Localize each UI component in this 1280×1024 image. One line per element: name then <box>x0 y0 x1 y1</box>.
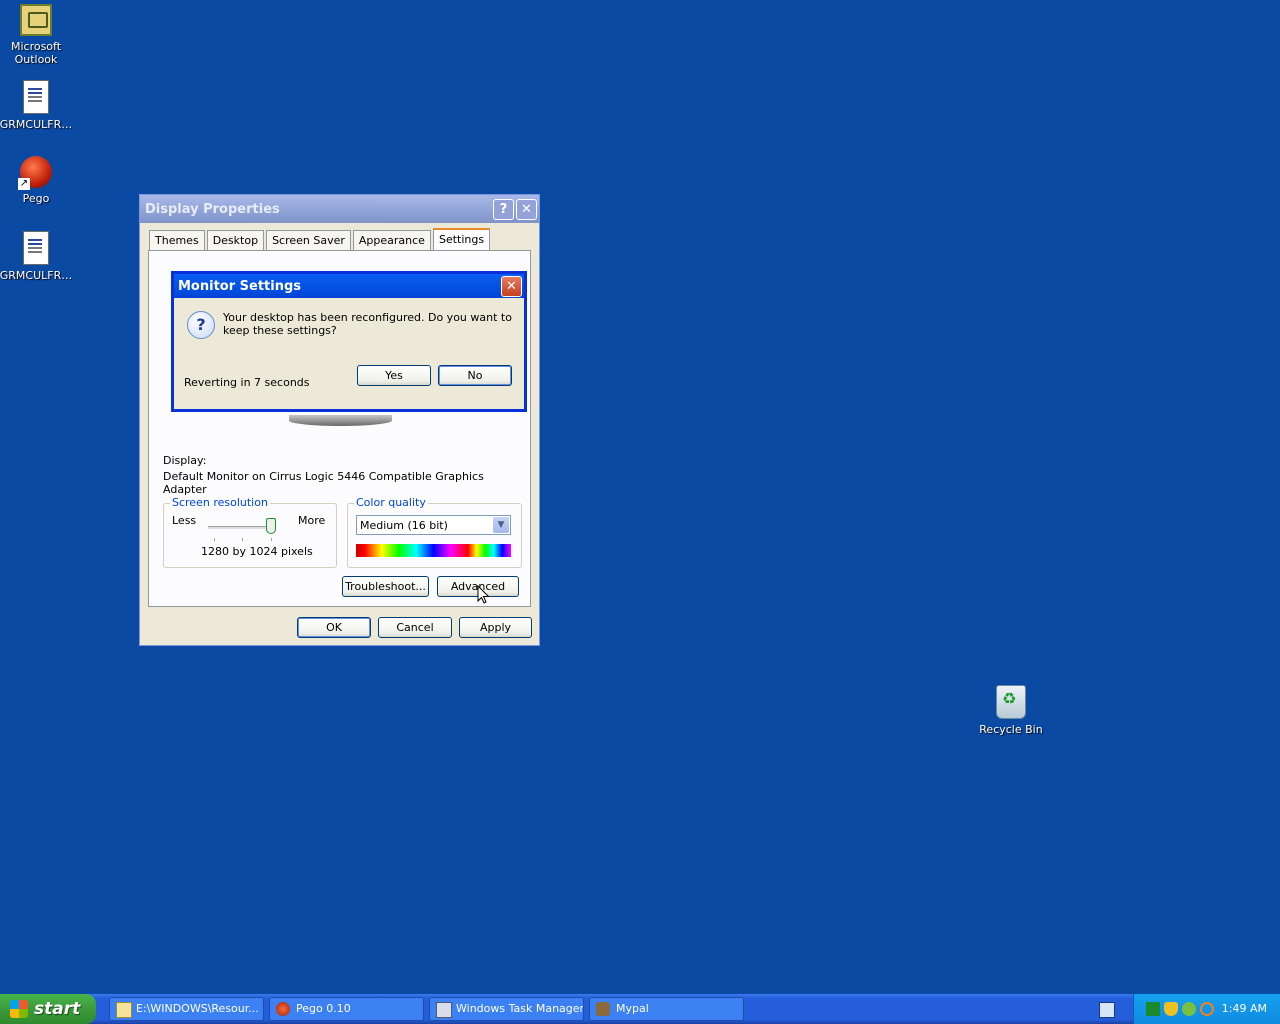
mypal-icon <box>596 1002 610 1016</box>
revert-countdown: Reverting in 7 seconds <box>184 376 310 389</box>
color-quality-select[interactable]: Medium (16 bit) ▼ <box>356 515 511 535</box>
document-icon <box>23 80 49 114</box>
task-label: Windows Task Manager <box>456 1002 584 1015</box>
less-label: Less <box>172 514 197 527</box>
start-button[interactable]: start <box>0 994 96 1024</box>
dialog-message: Your desktop has been reconfigured. Do y… <box>223 311 512 337</box>
troubleshoot-button[interactable]: Troubleshoot... <box>342 576 429 597</box>
taskbar-item-explorer[interactable]: E:\WINDOWS\Resour... <box>109 997 264 1021</box>
desktop-icon-label: GRMCULFR… <box>0 118 73 131</box>
yes-button[interactable]: Yes <box>357 365 431 386</box>
ok-button[interactable]: OK <box>297 617 371 638</box>
desktop-icon-label: Microsoft <box>10 40 62 53</box>
tab-screen-saver[interactable]: Screen Saver <box>266 230 351 251</box>
no-button[interactable]: No <box>438 365 512 386</box>
color-spectrum-bar <box>356 544 511 557</box>
color-quality-group: Color quality Medium (16 bit) ▼ <box>347 496 522 568</box>
network-icon[interactable] <box>1146 1002 1160 1016</box>
start-label: start <box>34 999 81 1019</box>
recycle-bin-icon <box>996 685 1026 719</box>
slider-tick <box>271 538 272 541</box>
group-title: Color quality <box>354 496 428 509</box>
apply-button[interactable]: Apply <box>459 617 532 638</box>
windows-logo-icon <box>10 1000 28 1018</box>
desktop-icon-grmculfr-1[interactable]: GRMCULFR… <box>0 80 74 131</box>
desktop-icon-recycle-bin[interactable]: Recycle Bin <box>973 685 1049 736</box>
close-icon[interactable]: ✕ <box>501 275 522 297</box>
update-icon[interactable] <box>1182 1002 1196 1016</box>
monitor-settings-dialog: Monitor Settings ✕ ? Your desktop has be… <box>171 271 527 412</box>
task-manager-icon <box>436 1002 452 1018</box>
taskbar-item-task-manager[interactable]: Windows Task Manager <box>429 997 584 1021</box>
desktop-icon-label: Outlook <box>14 53 58 66</box>
tab-appearance[interactable]: Appearance <box>352 230 431 251</box>
pego-icon <box>18 156 52 190</box>
system-tray: 1:49 AM <box>1133 994 1280 1024</box>
mouse-cursor-icon <box>477 585 490 604</box>
resolution-value: 1280 by 1024 pixels <box>201 545 313 558</box>
help-icon[interactable]: ? <box>493 198 514 220</box>
task-label: E:\WINDOWS\Resour... <box>136 1002 259 1015</box>
search-icon[interactable] <box>1200 1002 1214 1016</box>
outlook-icon <box>20 4 52 36</box>
dialog-title: Monitor Settings <box>178 278 302 294</box>
desktop-icon-label: GRMCULFR… <box>0 269 73 282</box>
dialog-title-bar[interactable]: Monitor Settings ✕ <box>174 274 524 298</box>
folder-icon <box>116 1002 132 1018</box>
taskbar-item-mypal[interactable]: Mypal <box>589 997 744 1021</box>
display-value: Default Monitor on Cirrus Logic 5446 Com… <box>163 470 484 496</box>
tab-desktop[interactable]: Desktop <box>206 230 265 251</box>
title-bar[interactable]: Display Properties ? ✕ <box>140 195 539 223</box>
keyboard-icon[interactable] <box>1099 1002 1115 1018</box>
clock: 1:49 AM <box>1221 1002 1267 1015</box>
desktop-icon-label: Recycle Bin <box>979 723 1043 736</box>
document-icon <box>23 231 49 265</box>
resolution-slider-track[interactable] <box>208 526 274 529</box>
resolution-slider-thumb[interactable] <box>266 518 276 534</box>
cancel-button[interactable]: Cancel <box>378 617 452 638</box>
pego-icon <box>276 1002 290 1016</box>
slider-tick <box>214 538 215 541</box>
task-label: Mypal <box>616 1002 649 1015</box>
more-label: More <box>298 514 326 527</box>
display-label: Display: <box>163 454 207 467</box>
desktop-icon-pego[interactable]: Pego <box>0 156 74 205</box>
chevron-down-icon[interactable]: ▼ <box>493 517 509 533</box>
security-shield-icon[interactable] <box>1164 1002 1178 1016</box>
desktop-icon-grmculfr-2[interactable]: GRMCULFR… <box>0 231 74 282</box>
window-title: Display Properties <box>145 201 280 217</box>
close-icon[interactable]: ✕ <box>516 198 537 220</box>
slider-tick <box>242 538 243 541</box>
tab-themes[interactable]: Themes <box>149 230 205 251</box>
monitor-preview-base <box>289 415 392 426</box>
taskbar: start E:\WINDOWS\Resour... Pego 0.10 Win… <box>0 994 1280 1024</box>
question-icon: ? <box>187 311 215 339</box>
task-label: Pego 0.10 <box>296 1002 351 1015</box>
display-properties-window: Display Properties ? ✕ Themes Desktop Sc… <box>139 194 540 646</box>
screen-resolution-group: Screen resolution Less More 1280 by 1024… <box>163 496 337 568</box>
group-title: Screen resolution <box>170 496 270 509</box>
desktop-icon-outlook[interactable]: Microsoft Outlook <box>0 4 74 66</box>
desktop-icon-label: Pego <box>22 192 50 205</box>
taskbar-item-pego[interactable]: Pego 0.10 <box>269 997 424 1021</box>
select-value: Medium (16 bit) <box>360 519 448 532</box>
